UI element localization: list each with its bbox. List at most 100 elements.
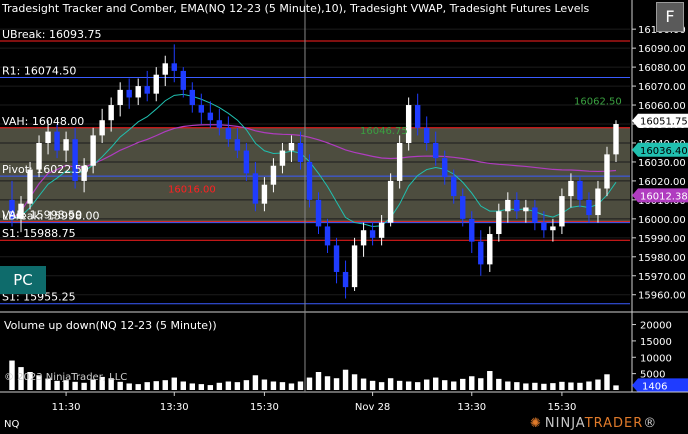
logo-registered-mark: ®: [643, 416, 658, 431]
inline-level-label: 16016.00: [168, 185, 216, 196]
level-label-vah: VAH: 16048.00: [2, 115, 84, 128]
volume-bar: [333, 378, 340, 390]
volume-bar: [442, 380, 448, 390]
volume-bar: [306, 377, 313, 390]
price-tick-label: 15980.00: [638, 253, 686, 264]
candle-body: [487, 234, 493, 265]
candle-body: [369, 230, 376, 238]
candle-body: [432, 142, 439, 159]
volume-bar: [577, 382, 583, 390]
time-tick-label: 15:30: [547, 402, 576, 413]
price-tick-label: 15990.00: [638, 234, 686, 245]
volume-tick-label: 15000: [640, 337, 672, 348]
candle-body: [586, 199, 592, 216]
price-tick-label: 16070.00: [638, 82, 686, 93]
candle-body: [261, 184, 268, 204]
candle-body: [99, 120, 105, 136]
volume-bar: [72, 381, 78, 390]
candle-body: [550, 226, 556, 231]
candle-body: [216, 120, 223, 128]
level-label-s1: S1: 15988.75: [2, 227, 76, 240]
volume-bar: [595, 379, 601, 390]
candle-body: [505, 199, 511, 212]
pc-badge[interactable]: PC: [0, 266, 46, 294]
volume-bar: [559, 381, 565, 390]
candle-body: [198, 105, 205, 113]
volume-bar: [81, 382, 87, 390]
volume-bar: [243, 380, 250, 390]
candle-body: [324, 226, 331, 246]
volume-bar: [496, 378, 502, 390]
volume-bar: [432, 377, 439, 390]
time-tick-label: Nov 28: [355, 402, 390, 413]
candle-body: [144, 86, 150, 94]
ninjatrader-logo: ✺ NINJATRADER®: [530, 416, 657, 431]
inline-level-label: 16046.75: [360, 126, 408, 137]
volume-bar: [405, 381, 412, 390]
volume-bar: [586, 381, 592, 390]
candle-body: [568, 180, 574, 197]
copyright-text: © 2023 NinjaTrader, LLC: [4, 372, 128, 383]
candle-body: [333, 245, 340, 272]
volume-bar: [261, 379, 268, 390]
candle-body: [54, 131, 60, 151]
candle-body: [252, 173, 259, 204]
volume-bar: [487, 371, 493, 390]
candle-body: [378, 222, 385, 238]
time-tick-label: 11:30: [52, 402, 81, 413]
volume-bar: [279, 382, 286, 390]
price-tick-label: 16060.00: [638, 101, 686, 112]
candle-body: [315, 199, 322, 227]
volume-bar: [216, 382, 223, 390]
volume-bar: [378, 382, 385, 390]
volume-bar: [460, 378, 466, 390]
candle-body: [342, 271, 349, 288]
volume-bar: [135, 384, 141, 390]
price-chart[interactable]: UBreak: 16093.75 R1: 16074.50 VAH: 16048.0…: [0, 0, 688, 434]
level-label-r1: R1: 16074.50: [2, 65, 76, 78]
price-tick-label: 16020.00: [638, 177, 686, 188]
volume-bar: [469, 376, 475, 390]
volume-bar: [478, 378, 484, 390]
volume-bar: [550, 383, 556, 390]
candle-body: [207, 112, 214, 121]
last-price-marker: 16051.75: [640, 117, 688, 128]
volume-bar: [351, 374, 358, 390]
volume-bar: [180, 381, 186, 390]
volume-bar: [297, 381, 304, 390]
volume-bar: [532, 382, 538, 390]
volume-bar: [117, 381, 123, 390]
price-tick-label: 15960.00: [638, 291, 686, 302]
candle-body: [135, 86, 141, 98]
volume-bar: [189, 383, 196, 390]
volume-bar: [523, 383, 529, 390]
candle-body: [162, 63, 168, 75]
candle-body: [613, 124, 619, 155]
chart-title: Tradesight Tracker and Comber, EMA(NQ 12…: [2, 2, 590, 15]
level-label-lbreak: LBreak: 15998.00: [2, 210, 100, 223]
volume-bar: [315, 372, 322, 390]
candle-body: [442, 158, 448, 178]
candle-body: [297, 142, 304, 162]
candle-body: [541, 222, 547, 231]
side-panel-button[interactable]: F: [656, 2, 684, 32]
volume-bar: [423, 379, 430, 390]
volume-marker: 1406: [642, 381, 667, 392]
candle-body: [451, 177, 457, 197]
volume-bar: [153, 381, 159, 390]
volume-bar: [514, 382, 520, 390]
logo-ninja-text: NINJA: [544, 416, 585, 431]
candle-body: [469, 218, 475, 242]
candle-body: [306, 161, 313, 200]
volume-bar: [414, 382, 421, 390]
price-tick-label: 15970.00: [638, 272, 686, 283]
candle-body: [360, 230, 367, 246]
candle-body: [423, 127, 430, 143]
volume-tick-label: 10000: [640, 353, 672, 364]
volume-bar: [604, 374, 610, 390]
candle-body: [496, 211, 502, 235]
volume-bar: [360, 378, 367, 390]
candle-body: [171, 63, 177, 71]
candle-body: [523, 207, 529, 212]
candle-body: [270, 165, 277, 185]
